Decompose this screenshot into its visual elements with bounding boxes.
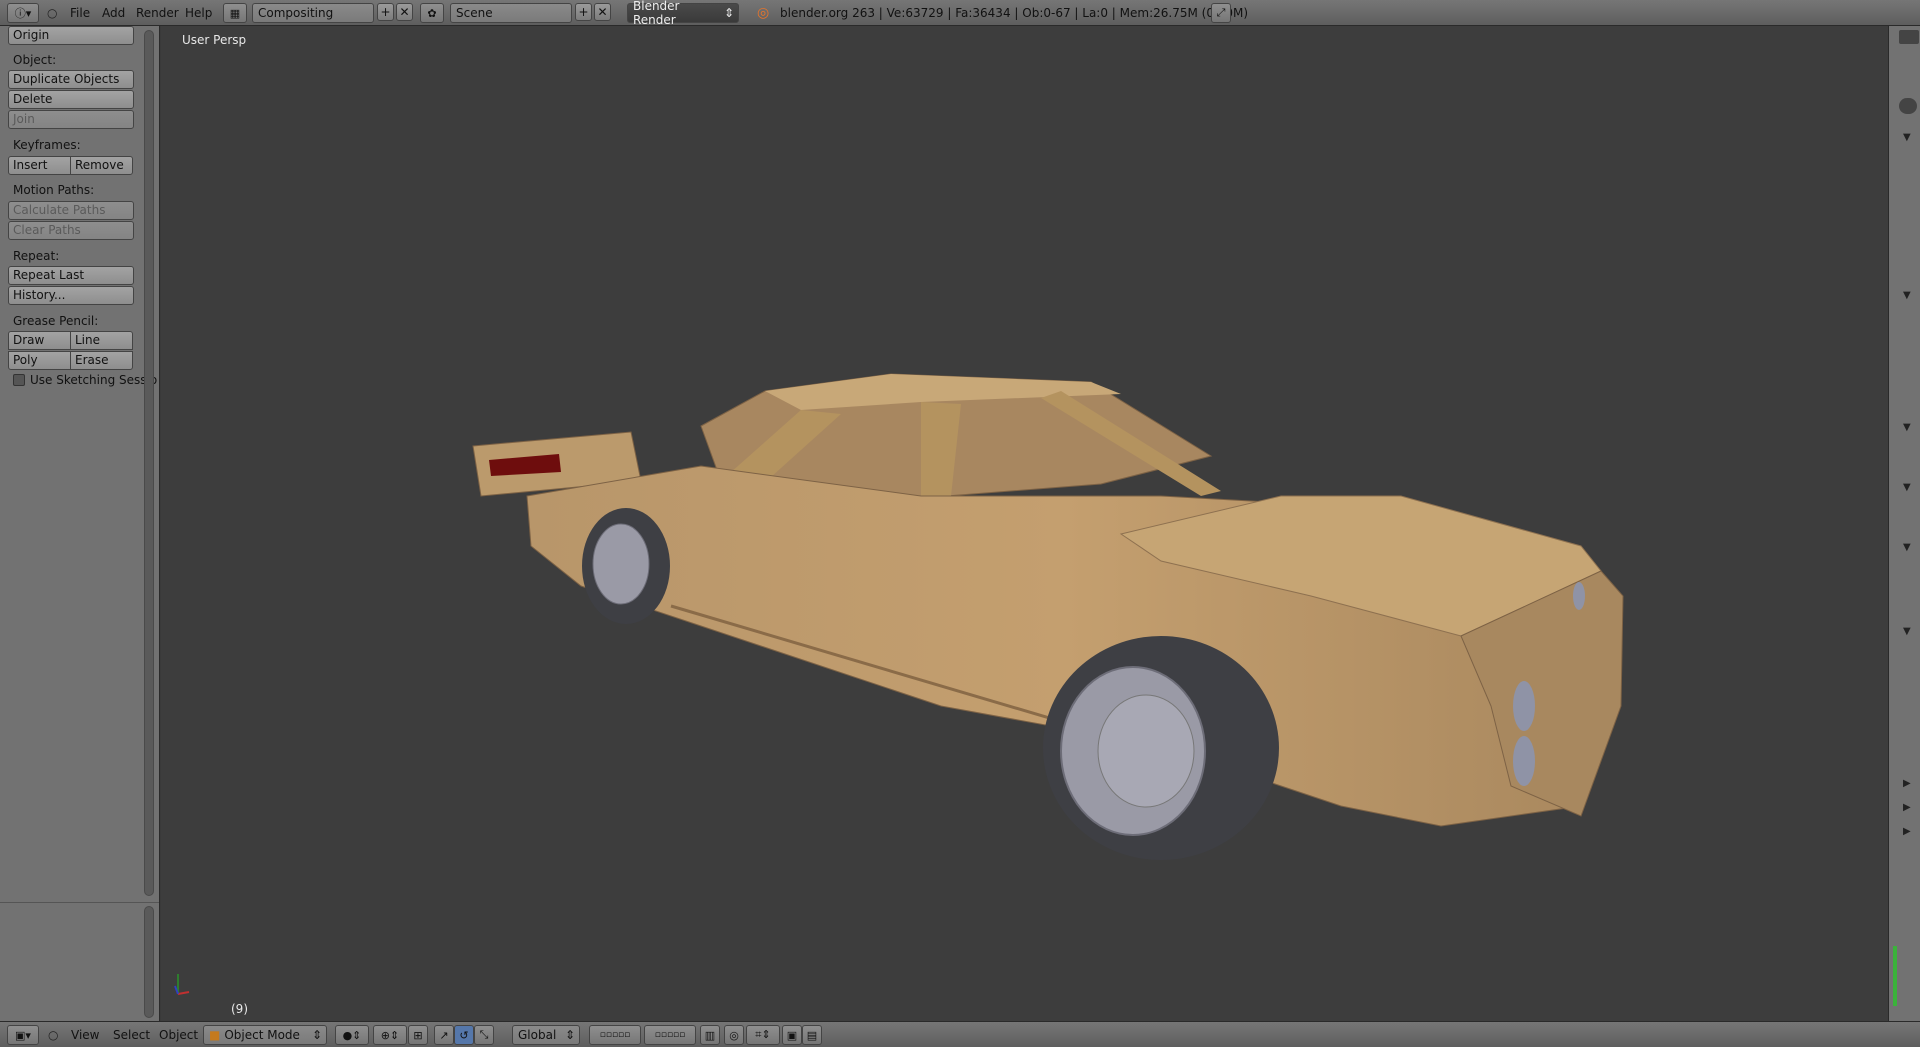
object-mode-icon: ■ (209, 1028, 221, 1042)
menu-select[interactable]: Select (113, 1028, 150, 1042)
top-header: ⓘ▾ ○ File Add Render Help ▦ Compositing … (0, 0, 1920, 27)
3d-viewport[interactable]: User Persp (9) (161, 26, 1888, 1021)
menu-view[interactable]: View (71, 1028, 99, 1042)
menu-add[interactable]: Add (102, 3, 125, 23)
proportional-edit-icon[interactable]: ◎ (724, 1025, 744, 1045)
menu-help[interactable]: Help (185, 3, 212, 23)
delete-scene-icon[interactable]: ✕ (594, 3, 611, 21)
menu-object[interactable]: Object (159, 1028, 198, 1042)
remove-keyframe-button[interactable]: Remove (70, 156, 133, 175)
lock-layer-icon[interactable]: ▥ (700, 1025, 720, 1045)
collapse-triangle-icon[interactable]: ▼ (1903, 482, 1911, 493)
properties-region: ▼ ▼ ▼ ▼ ▼ ▼ ▶ ▶ ▶ (1888, 26, 1920, 1021)
operator-scrollbar[interactable] (144, 906, 154, 1018)
expand-triangle-icon[interactable]: ▶ (1903, 802, 1911, 813)
expand-triangle-icon[interactable]: ▶ (1903, 778, 1911, 789)
sketching-checkbox[interactable] (13, 374, 25, 386)
fullscreen-icon[interactable]: ⤢ (1211, 3, 1231, 23)
collapse-triangle-icon[interactable]: ▼ (1903, 626, 1911, 637)
erase-button[interactable]: Erase (70, 351, 133, 370)
motion-paths-label: Motion Paths: (13, 183, 95, 197)
tool-shelf: Origin Object: Duplicate Objects Delete … (0, 26, 160, 1021)
world-icon[interactable] (1899, 98, 1917, 114)
duplicate-objects-button[interactable]: Duplicate Objects (8, 70, 134, 89)
car-model[interactable] (161, 26, 1888, 1021)
editor-type-icon[interactable] (1899, 30, 1919, 44)
snap-element-select[interactable]: ⌗⇕ (746, 1025, 780, 1045)
line-button[interactable]: Line (70, 331, 133, 350)
object-label: Object: (13, 53, 57, 67)
info-editor-type-button[interactable]: ⓘ▾ (7, 3, 39, 23)
scroll-indicator (1893, 946, 1897, 1006)
updown-icon: ⇕ (564, 1028, 575, 1042)
expand-triangle-icon[interactable]: ▶ (1903, 826, 1911, 837)
collapse-triangle-icon[interactable]: ▼ (1903, 290, 1911, 301)
translate-icon[interactable]: ↗ (434, 1025, 454, 1045)
orientation-select[interactable]: Global ⇕ (512, 1025, 580, 1045)
menu-file[interactable]: File (70, 3, 90, 23)
panel-divider (0, 902, 159, 903)
frame-indicator: (9) (231, 1002, 248, 1016)
manipulator-toggle[interactable]: ⊞ (408, 1025, 428, 1045)
render-engine-select[interactable]: Blender Render ⇕ (627, 0, 739, 27)
mode-select[interactable]: ■ Object Mode ⇕ (203, 1025, 327, 1045)
calculate-paths-button[interactable]: Calculate Paths (8, 201, 134, 220)
collapse-menu-icon[interactable]: ○ (48, 1028, 58, 1042)
clear-paths-button[interactable]: Clear Paths (8, 221, 134, 240)
scene-icon[interactable]: ✿ (420, 3, 444, 23)
keyframes-label: Keyframes: (13, 138, 81, 152)
screen-layout-icon[interactable]: ▦ (223, 3, 247, 23)
rotate-icon[interactable]: ↺ (454, 1025, 474, 1045)
collapse-triangle-icon[interactable]: ▼ (1903, 542, 1911, 553)
pivot-select[interactable]: ⊕⇕ (373, 1025, 407, 1045)
collapse-triangle-icon[interactable]: ▼ (1903, 422, 1911, 433)
poly-button[interactable]: Poly (8, 351, 71, 370)
menu-render[interactable]: Render (136, 3, 179, 23)
headlight-lower (1513, 736, 1535, 786)
layer-buttons-right[interactable]: ▫▫▫▫▫ (644, 1025, 696, 1045)
history-button[interactable]: History... (8, 286, 134, 305)
viewport-header: ▣▾ ○ View Select Object ■ Object Mode ⇕ ●⇕… (0, 1021, 1920, 1047)
collapse-triangle-icon[interactable]: ▼ (1903, 132, 1911, 143)
render-anim-icon[interactable]: ▤ (802, 1025, 822, 1045)
orientation-label: Global (518, 1028, 557, 1042)
tool-shelf-scrollbar[interactable] (144, 30, 154, 896)
axis-x-icon (177, 991, 190, 995)
sketching-label: Use Sketching Sessio (30, 373, 158, 387)
add-scene-icon[interactable]: + (575, 3, 592, 21)
origin-button[interactable]: Origin (8, 26, 134, 45)
front-hub-cap (1097, 694, 1195, 808)
delete-button[interactable]: Delete (8, 90, 134, 109)
draw-button[interactable]: Draw (8, 331, 71, 350)
render-icon[interactable]: ▣ (782, 1025, 802, 1045)
mode-label: Object Mode (224, 1028, 300, 1042)
3d-view-editor-type-button[interactable]: ▣▾ (7, 1025, 39, 1045)
add-layout-icon[interactable]: + (377, 3, 394, 21)
layout-select[interactable]: Compositing (252, 3, 374, 23)
updown-icon: ⇕ (311, 1028, 322, 1042)
blender-logo-icon: ◎ (757, 5, 770, 21)
collapse-menu-icon[interactable]: ○ (47, 3, 57, 23)
scene-select[interactable]: Scene (450, 3, 572, 23)
scale-icon[interactable]: ⤡ (474, 1025, 494, 1045)
layer-buttons-left[interactable]: ▫▫▫▫▫ (589, 1025, 641, 1045)
updown-icon: ⇕ (723, 6, 734, 20)
repeat-last-button[interactable]: Repeat Last (8, 266, 134, 285)
headlight-right (1573, 582, 1585, 610)
grease-pencil-label: Grease Pencil: (13, 314, 99, 328)
join-button[interactable]: Join (8, 110, 134, 129)
shading-select[interactable]: ●⇕ (335, 1025, 369, 1045)
insert-keyframe-button[interactable]: Insert (8, 156, 71, 175)
render-engine-label: Blender Render (633, 0, 680, 27)
repeat-label: Repeat: (13, 249, 60, 263)
headlight-upper (1513, 681, 1535, 731)
rear-hub (592, 523, 650, 605)
scene-stats: blender.org 263 | Ve:63729 | Fa:36434 | … (780, 6, 1249, 20)
delete-layout-icon[interactable]: ✕ (396, 3, 413, 21)
